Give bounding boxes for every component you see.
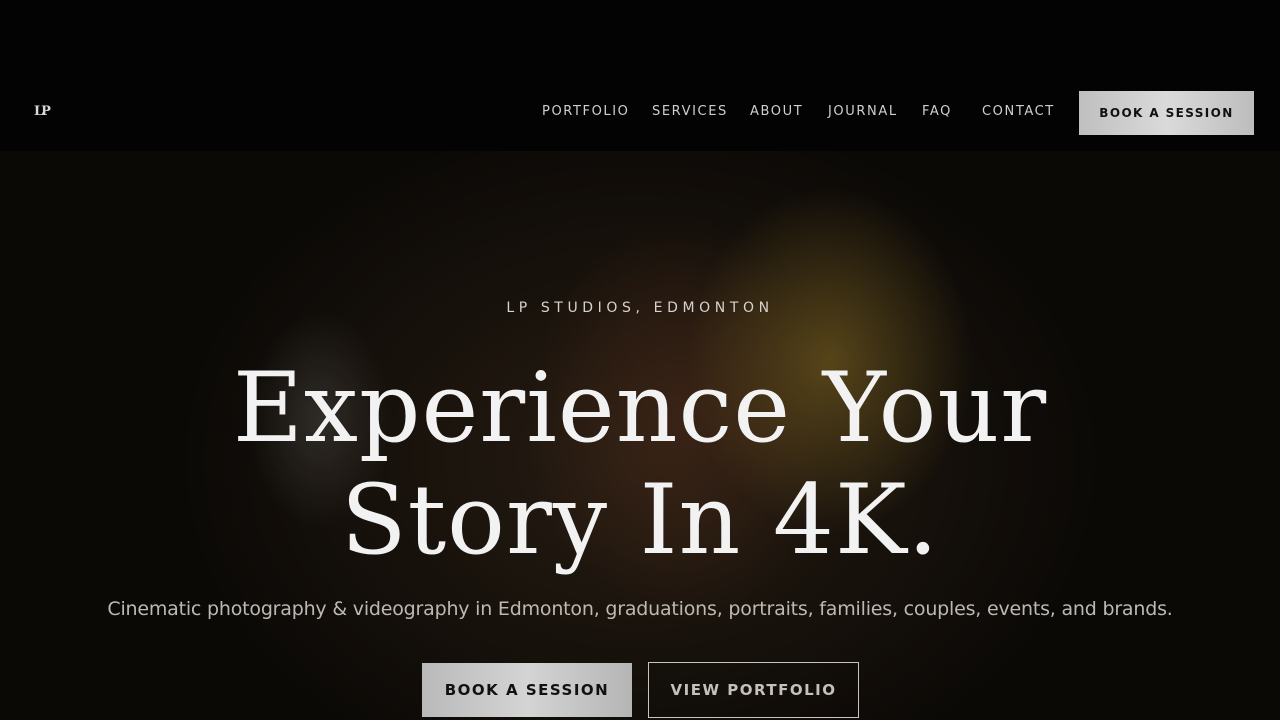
view-portfolio-button[interactable]: VIEW PORTFOLIO (648, 662, 859, 718)
nav-link-about[interactable]: ABOUT (750, 104, 803, 119)
nav-link-faq[interactable]: FAQ (922, 104, 952, 119)
hero-headline: Experience Your Story In 4K. (120, 352, 1160, 576)
landing-page: LP PORTFOLIO SERVICES ABOUT JOURNAL FAQ … (0, 0, 1280, 720)
site-header: LP PORTFOLIO SERVICES ABOUT JOURNAL FAQ … (0, 0, 1280, 151)
hero-eyebrow: LP STUDIOS, EDMONTON (506, 300, 774, 316)
nav-book-session-button[interactable]: BOOK A SESSION (1079, 91, 1254, 135)
hero-headline-line-1: Experience Your (232, 352, 1048, 464)
book-session-button[interactable]: BOOK A SESSION (422, 663, 632, 717)
hero-headline-line-2: Story In 4K. (340, 464, 940, 576)
nav-link-portfolio[interactable]: PORTFOLIO (542, 104, 630, 119)
nav-link-services[interactable]: SERVICES (652, 104, 728, 119)
nav-link-journal[interactable]: JOURNAL (828, 104, 898, 119)
hero-subtitle: Cinematic photography & videography in E… (107, 598, 1173, 620)
nav-link-contact[interactable]: CONTACT (982, 104, 1055, 119)
